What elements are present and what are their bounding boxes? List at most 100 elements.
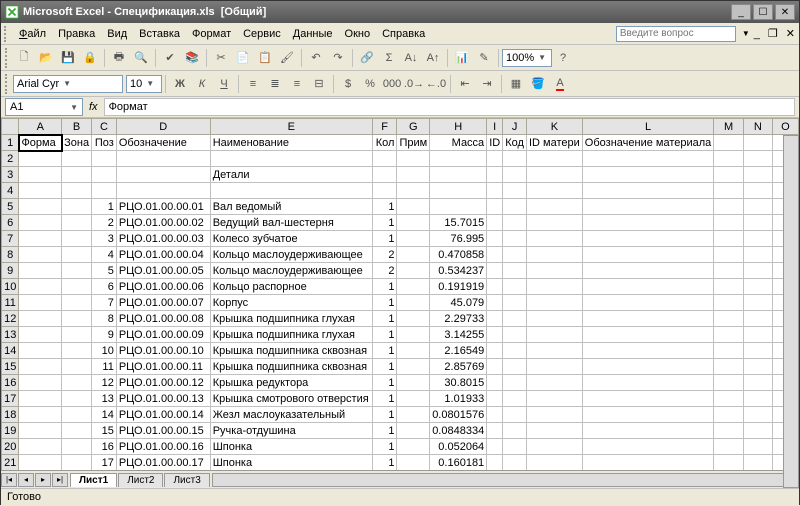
cell-N11[interactable] bbox=[743, 295, 772, 311]
col-header-N[interactable]: N bbox=[743, 119, 772, 135]
cell-C11[interactable]: 7 bbox=[92, 295, 117, 311]
cell-J13[interactable] bbox=[503, 327, 527, 343]
cell-M20[interactable] bbox=[714, 439, 744, 455]
cell-E21[interactable]: Шпонка bbox=[210, 455, 372, 471]
cell-B6[interactable] bbox=[62, 215, 92, 231]
font-color-button[interactable]: A bbox=[550, 74, 570, 94]
cell-L11[interactable] bbox=[582, 295, 713, 311]
cell-H3[interactable] bbox=[430, 167, 487, 183]
fill-color-button[interactable]: 🪣 bbox=[528, 74, 548, 94]
row-header-13[interactable]: 13 bbox=[2, 327, 19, 343]
doc-close[interactable]: ✕ bbox=[782, 27, 799, 40]
cell-I4[interactable] bbox=[487, 183, 503, 199]
cell-N19[interactable] bbox=[743, 423, 772, 439]
row-header-10[interactable]: 10 bbox=[2, 279, 19, 295]
drawing-button[interactable]: ✎ bbox=[474, 48, 494, 68]
cell-K11[interactable] bbox=[527, 295, 583, 311]
cell-L16[interactable] bbox=[582, 375, 713, 391]
cell-C14[interactable]: 10 bbox=[92, 343, 117, 359]
help-button[interactable]: ? bbox=[553, 48, 573, 68]
cell-K9[interactable] bbox=[527, 263, 583, 279]
col-header-I[interactable]: I bbox=[487, 119, 503, 135]
cell-G2[interactable] bbox=[397, 151, 430, 167]
cell-B7[interactable] bbox=[62, 231, 92, 247]
cell-I18[interactable] bbox=[487, 407, 503, 423]
cell-D10[interactable]: РЦО.01.00.00.06 bbox=[116, 279, 210, 295]
borders-button[interactable]: ▦ bbox=[506, 74, 526, 94]
cell-B16[interactable] bbox=[62, 375, 92, 391]
cell-F16[interactable]: 1 bbox=[372, 375, 397, 391]
font-size-combo[interactable]: 10▼ bbox=[126, 75, 162, 93]
doc-restore[interactable]: ❐ bbox=[764, 27, 782, 40]
cell-C9[interactable]: 5 bbox=[92, 263, 117, 279]
cell-I7[interactable] bbox=[487, 231, 503, 247]
cell-J8[interactable] bbox=[503, 247, 527, 263]
col-header-M[interactable]: M bbox=[714, 119, 744, 135]
permission-button[interactable]: 🔒 bbox=[80, 48, 100, 68]
cell-D20[interactable]: РЦО.01.00.00.16 bbox=[116, 439, 210, 455]
cell-A4[interactable] bbox=[19, 183, 62, 199]
cell-N21[interactable] bbox=[743, 455, 772, 471]
cell-L3[interactable] bbox=[582, 167, 713, 183]
cell-N9[interactable] bbox=[743, 263, 772, 279]
cell-G11[interactable] bbox=[397, 295, 430, 311]
cell-H14[interactable]: 2.16549 bbox=[430, 343, 487, 359]
cell-M1[interactable] bbox=[714, 135, 744, 151]
cell-E17[interactable]: Крышка смотрового отверстия bbox=[210, 391, 372, 407]
merge-center-button[interactable]: ⊟ bbox=[309, 74, 329, 94]
fx-icon[interactable]: fx bbox=[83, 101, 104, 113]
format-painter-button[interactable]: 🖌 bbox=[277, 48, 297, 68]
cell-C13[interactable]: 9 bbox=[92, 327, 117, 343]
cell-J2[interactable] bbox=[503, 151, 527, 167]
cell-E14[interactable]: Крышка подшипника сквозная bbox=[210, 343, 372, 359]
cell-F2[interactable] bbox=[372, 151, 397, 167]
cell-E12[interactable]: Крышка подшипника глухая bbox=[210, 311, 372, 327]
cell-M11[interactable] bbox=[714, 295, 744, 311]
cell-C10[interactable]: 6 bbox=[92, 279, 117, 295]
cell-F19[interactable]: 1 bbox=[372, 423, 397, 439]
cell-C12[interactable]: 8 bbox=[92, 311, 117, 327]
cell-J10[interactable] bbox=[503, 279, 527, 295]
cell-C2[interactable] bbox=[92, 151, 117, 167]
cell-H13[interactable]: 3.14255 bbox=[430, 327, 487, 343]
cell-D2[interactable] bbox=[116, 151, 210, 167]
minimize-button[interactable]: _ bbox=[731, 4, 751, 20]
cell-H17[interactable]: 1.01933 bbox=[430, 391, 487, 407]
cell-G13[interactable] bbox=[397, 327, 430, 343]
redo-button[interactable]: ↷ bbox=[328, 48, 348, 68]
cell-M13[interactable] bbox=[714, 327, 744, 343]
cell-G21[interactable] bbox=[397, 455, 430, 471]
align-right-button[interactable]: ≡ bbox=[287, 74, 307, 94]
cell-D3[interactable] bbox=[116, 167, 210, 183]
cell-B2[interactable] bbox=[62, 151, 92, 167]
cell-A7[interactable] bbox=[19, 231, 62, 247]
tab-first-button[interactable]: |◂ bbox=[1, 473, 17, 487]
cell-E11[interactable]: Корпус bbox=[210, 295, 372, 311]
cell-D6[interactable]: РЦО.01.00.00.02 bbox=[116, 215, 210, 231]
cell-H5[interactable] bbox=[430, 199, 487, 215]
col-header-F[interactable]: F bbox=[372, 119, 397, 135]
cell-E6[interactable]: Ведущий вал-шестерня bbox=[210, 215, 372, 231]
sheet-tab-Лист2[interactable]: Лист2 bbox=[118, 473, 163, 487]
cell-M7[interactable] bbox=[714, 231, 744, 247]
col-header-B[interactable]: B bbox=[62, 119, 92, 135]
cell-J3[interactable] bbox=[503, 167, 527, 183]
row-header-20[interactable]: 20 bbox=[2, 439, 19, 455]
toolbar-grip[interactable] bbox=[5, 74, 11, 94]
cell-M15[interactable] bbox=[714, 359, 744, 375]
cell-H7[interactable]: 76.995 bbox=[430, 231, 487, 247]
menu-view[interactable]: Вид bbox=[101, 26, 133, 42]
row-header-16[interactable]: 16 bbox=[2, 375, 19, 391]
cell-K2[interactable] bbox=[527, 151, 583, 167]
cell-B20[interactable] bbox=[62, 439, 92, 455]
cell-D13[interactable]: РЦО.01.00.00.09 bbox=[116, 327, 210, 343]
cell-M21[interactable] bbox=[714, 455, 744, 471]
cell-K10[interactable] bbox=[527, 279, 583, 295]
cell-D16[interactable]: РЦО.01.00.00.12 bbox=[116, 375, 210, 391]
cell-I17[interactable] bbox=[487, 391, 503, 407]
cell-F12[interactable]: 1 bbox=[372, 311, 397, 327]
cell-D21[interactable]: РЦО.01.00.00.17 bbox=[116, 455, 210, 471]
toolbar-grip[interactable] bbox=[5, 48, 11, 68]
cell-H15[interactable]: 2.85769 bbox=[430, 359, 487, 375]
underline-button[interactable]: Ч bbox=[214, 74, 234, 94]
